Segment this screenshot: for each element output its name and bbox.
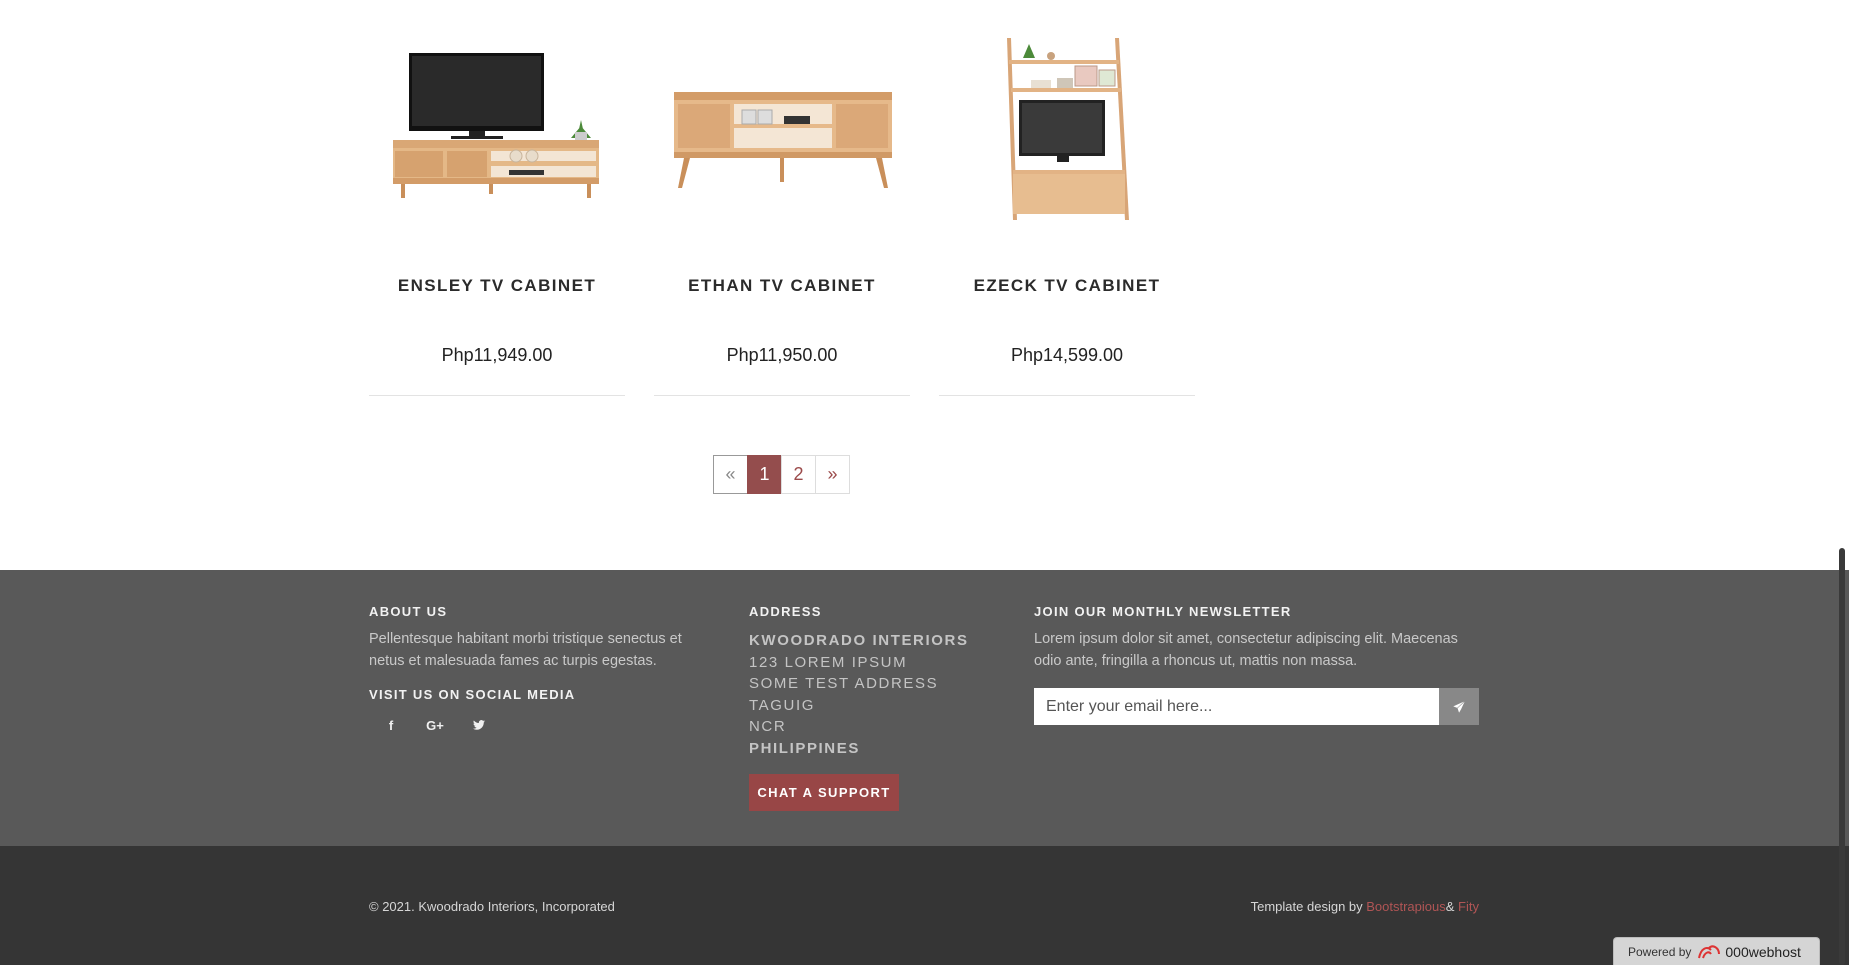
product-card[interactable]: ENSLEY TV CABINET Php11,949.00 <box>369 0 625 396</box>
newsletter-title: JOIN OUR MONTHLY NEWSLETTER <box>1034 604 1292 619</box>
product-card[interactable]: EZECK TV CABINET Php14,599.00 <box>939 0 1195 396</box>
social-links: f G+ <box>369 714 501 736</box>
twitter-icon[interactable] <box>457 714 501 736</box>
newsletter-email-input[interactable] <box>1034 688 1439 725</box>
product-name[interactable]: ENSLEY TV CABINET <box>369 276 625 296</box>
address-line: SOME TEST ADDRESS <box>749 675 939 692</box>
footer-top: ABOUT US Pellentesque habitant morbi tri… <box>0 570 1849 846</box>
page-2-button[interactable]: 2 <box>781 455 816 494</box>
pagination: « 1 2 » <box>713 455 850 494</box>
address-line: NCR <box>749 718 787 735</box>
product-image[interactable] <box>939 20 1195 235</box>
product-image[interactable] <box>369 20 625 235</box>
pagination-prev[interactable]: « <box>713 455 748 494</box>
copyright-text: © 2021. Kwoodrado Interiors, Incorporate… <box>369 899 615 914</box>
product-card[interactable]: ETHAN TV CABINET Php11,950.00 <box>654 0 910 396</box>
powered-by-label: Powered by <box>1628 944 1692 959</box>
page-1-button[interactable]: 1 <box>747 455 782 494</box>
address-company: KWOODRADO INTERIORS <box>749 632 969 649</box>
fity-link[interactable]: Fity <box>1458 899 1479 914</box>
about-title: ABOUT US <box>369 604 448 619</box>
credit-prefix: Template design by <box>1250 899 1367 914</box>
product-name[interactable]: EZECK TV CABINET <box>939 276 1195 296</box>
newsletter-text: Lorem ipsum dolor sit amet, consectetur … <box>1034 631 1458 669</box>
address-country: PHILIPPINES <box>749 739 860 757</box>
address-line: 123 LOREM IPSUM <box>749 653 908 671</box>
product-name[interactable]: ETHAN TV CABINET <box>654 276 910 296</box>
product-price: Php14,599.00 <box>1010 345 1124 365</box>
webhost-logo-icon <box>1698 944 1721 958</box>
address-block: KWOODRADO INTERIORS 123 LOREM IPSUM SOME… <box>749 630 969 759</box>
facebook-icon[interactable]: f <box>369 714 413 736</box>
page-scrollbar[interactable] <box>1839 548 1845 965</box>
credit-amp: & <box>1445 899 1459 914</box>
template-credit: Template design by Bootstrapious& Fity <box>1251 899 1479 914</box>
newsletter-submit-button[interactable] <box>1439 688 1479 725</box>
footer-bottom: © 2021. Kwoodrado Interiors, Incorporate… <box>0 846 1849 965</box>
product-image[interactable] <box>654 20 910 235</box>
powered-by-badge[interactable]: Powered by 000webhost <box>1613 937 1820 965</box>
address-line: TAGUIG <box>749 696 815 714</box>
google-plus-icon[interactable]: G+ <box>413 714 457 736</box>
social-title: VISIT US ON SOCIAL MEDIA <box>369 687 576 702</box>
paper-plane-icon <box>1452 699 1466 714</box>
pagination-next[interactable]: » <box>815 455 850 494</box>
address-title: ADDRESS <box>749 604 822 619</box>
powered-by-brand: 000webhost <box>1725 943 1801 960</box>
bootstrapious-link[interactable]: Bootstrapious <box>1366 899 1446 914</box>
product-price: Php11,949.00 <box>441 345 553 365</box>
product-price: Php11,950.00 <box>726 345 838 365</box>
about-text: Pellentesque habitant morbi tristique se… <box>369 631 682 669</box>
chat-support-button[interactable]: CHAT A SUPPORT <box>749 774 899 811</box>
